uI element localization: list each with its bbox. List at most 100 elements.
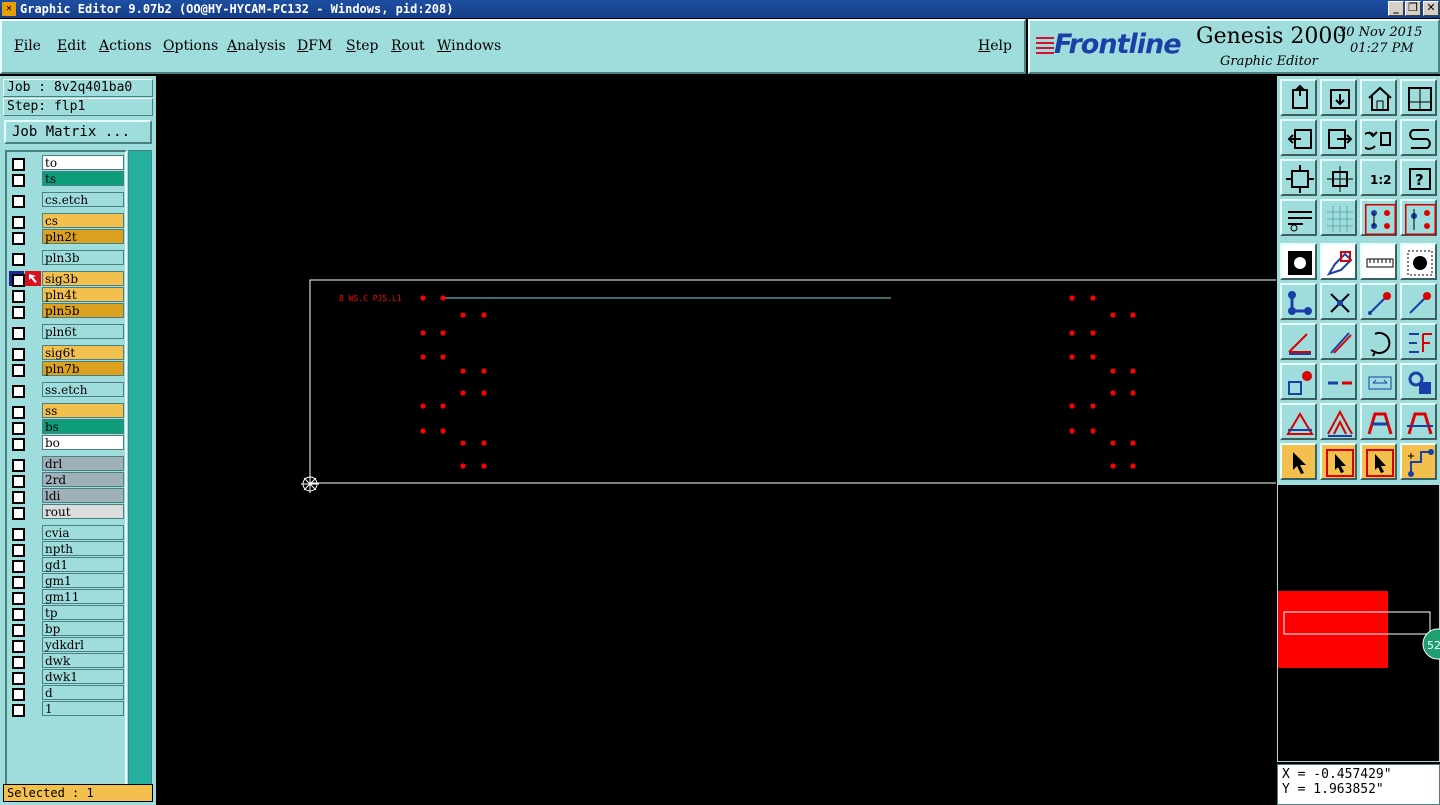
- graphic-canvas[interactable]: 8 WS.C PJ5.L1: [156, 76, 1276, 805]
- layer-row-npth[interactable]: npth: [8, 541, 124, 557]
- layer-checkbox[interactable]: [9, 345, 25, 361]
- layer-arrow-slot[interactable]: [25, 488, 41, 503]
- layer-checkbox[interactable]: [9, 557, 25, 573]
- layers-red2-tool-button[interactable]: [1400, 199, 1437, 236]
- layer-checkbox[interactable]: [9, 456, 25, 472]
- layer-name[interactable]: ydkdrl: [42, 637, 124, 652]
- layer-name[interactable]: gd1: [42, 557, 124, 572]
- close-button[interactable]: ✕: [1423, 1, 1439, 16]
- select-dot-tool-button[interactable]: [1400, 243, 1437, 280]
- minimize-button[interactable]: _: [1388, 1, 1404, 16]
- layer-checkbox[interactable]: [9, 701, 25, 717]
- layer-checkbox[interactable]: [9, 382, 25, 398]
- layer-row-gm1[interactable]: gm1: [8, 573, 124, 589]
- menu-rout[interactable]: Rout: [391, 38, 425, 54]
- layer-name[interactable]: pln7b: [42, 361, 124, 376]
- arch-tool-button[interactable]: [1360, 403, 1397, 440]
- layer-name[interactable]: sig3b: [42, 271, 124, 286]
- menu-step[interactable]: Step: [346, 38, 378, 54]
- layer-row-to[interactable]: to: [8, 155, 124, 171]
- arc-tool-button[interactable]: [1360, 323, 1397, 360]
- mirror-tool-button[interactable]: [1400, 323, 1437, 360]
- layer-checkbox[interactable]: [9, 605, 25, 621]
- layer-name[interactable]: npth: [42, 541, 124, 556]
- layer-name[interactable]: pln6t: [42, 324, 124, 339]
- peak-tool-button[interactable]: [1320, 403, 1357, 440]
- layer-row-ts[interactable]: ts: [8, 171, 124, 187]
- layer-row-drl[interactable]: drl: [8, 456, 124, 472]
- shape-tool-button[interactable]: [1400, 363, 1437, 400]
- layer-row-pln2t[interactable]: pln2t: [8, 229, 124, 245]
- connect-tool-button[interactable]: [1280, 283, 1317, 320]
- menu-options[interactable]: Options: [163, 38, 218, 54]
- ruler-tool-button[interactable]: [1360, 243, 1397, 280]
- layer-arrow-slot[interactable]: [25, 605, 41, 620]
- overview-window[interactable]: 52: [1277, 484, 1440, 762]
- undo-tool-button[interactable]: [1360, 119, 1397, 156]
- layer-row-1[interactable]: 1: [8, 701, 124, 717]
- layer-arrow-slot[interactable]: [25, 685, 41, 700]
- layer-checkbox[interactable]: [9, 435, 25, 451]
- layer-name[interactable]: dwk1: [42, 669, 124, 684]
- layer-checkbox[interactable]: [9, 287, 25, 303]
- menu-windows[interactable]: Windows: [437, 38, 501, 54]
- layer-arrow-slot[interactable]: [25, 621, 41, 636]
- layer-scrollbar[interactable]: [128, 150, 152, 796]
- snake-tool-button[interactable]: [1400, 119, 1437, 156]
- layer-name[interactable]: cs.etch: [42, 192, 124, 207]
- layer-row-2rd[interactable]: 2rd: [8, 472, 124, 488]
- layer-row-ldi[interactable]: ldi: [8, 488, 124, 504]
- layer-checkbox[interactable]: [9, 419, 25, 435]
- layer-checkbox[interactable]: [9, 192, 25, 208]
- layer-row-cs.etch[interactable]: cs.etch: [8, 192, 124, 208]
- layer-arrow-slot[interactable]: [25, 213, 41, 228]
- layer-arrow-slot[interactable]: [25, 504, 41, 519]
- line-move-tool-button[interactable]: [1400, 283, 1437, 320]
- layer-row-ydkdrl[interactable]: ydkdrl: [8, 637, 124, 653]
- layer-row-pln5b[interactable]: pln5b: [8, 303, 124, 319]
- pad-add-tool-button[interactable]: [1280, 363, 1317, 400]
- layer-checkbox[interactable]: [9, 324, 25, 340]
- pointer-box-tool-button[interactable]: [1320, 443, 1357, 480]
- layer-name[interactable]: pln3b: [42, 250, 124, 265]
- layer-name[interactable]: d: [42, 685, 124, 700]
- arch-cut-tool-button[interactable]: [1400, 403, 1437, 440]
- layer-arrow-slot[interactable]: [25, 541, 41, 556]
- layer-arrow-slot[interactable]: [25, 419, 41, 434]
- open-tool-button[interactable]: [1280, 79, 1317, 116]
- layer-name[interactable]: 2rd: [42, 472, 124, 487]
- layer-arrow-slot[interactable]: [25, 345, 41, 360]
- scale-tool-button[interactable]: 1:2: [1360, 159, 1397, 196]
- menu-file[interactable]: File: [14, 38, 41, 54]
- enter-tool-button[interactable]: [1320, 119, 1357, 156]
- layer-arrow-slot[interactable]: [25, 589, 41, 604]
- zoom-fit-tool-button[interactable]: [1280, 159, 1317, 196]
- layer-row-dwk1[interactable]: dwk1: [8, 669, 124, 685]
- layer-row-tp[interactable]: tp: [8, 605, 124, 621]
- layer-checkbox[interactable]: [9, 653, 25, 669]
- layer-row-ss[interactable]: ss: [8, 403, 124, 419]
- layer-row-cvia[interactable]: cvia: [8, 525, 124, 541]
- layer-name[interactable]: pln4t: [42, 287, 124, 302]
- angle-tool-button[interactable]: [1280, 323, 1317, 360]
- layer-checkbox[interactable]: [9, 541, 25, 557]
- layer-checkbox[interactable]: [9, 271, 25, 287]
- menu-edit[interactable]: Edit: [57, 38, 86, 54]
- layer-checkbox[interactable]: [9, 361, 25, 377]
- layer-arrow-slot[interactable]: [25, 525, 41, 540]
- layer-name[interactable]: pln2t: [42, 229, 124, 244]
- layer-checkbox[interactable]: [9, 637, 25, 653]
- layer-row-bp[interactable]: bp: [8, 621, 124, 637]
- layer-checkbox[interactable]: [9, 250, 25, 266]
- layer-row-bs[interactable]: bs: [8, 419, 124, 435]
- layer-arrow-slot[interactable]: [25, 653, 41, 668]
- active-layer-arrow-icon[interactable]: [25, 271, 41, 286]
- layer-arrow-slot[interactable]: [25, 456, 41, 471]
- layer-checkbox[interactable]: [9, 504, 25, 520]
- layer-checkbox[interactable]: [9, 403, 25, 419]
- slash-tool-button[interactable]: [1320, 323, 1357, 360]
- layer-name[interactable]: bp: [42, 621, 124, 636]
- layer-name[interactable]: bo: [42, 435, 124, 450]
- layer-arrow-slot[interactable]: [25, 171, 41, 186]
- layer-arrow-slot[interactable]: [25, 637, 41, 652]
